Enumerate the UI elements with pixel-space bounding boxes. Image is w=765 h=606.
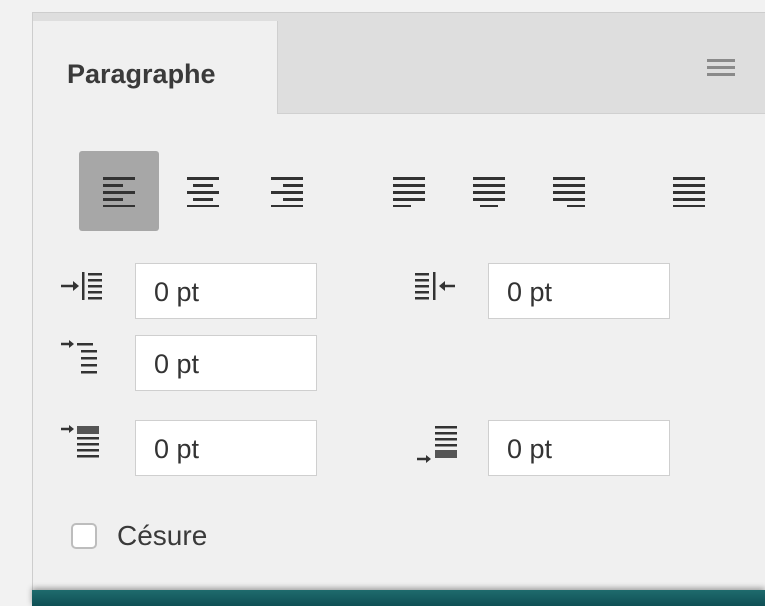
left-indent-icon xyxy=(61,272,102,300)
space-before-field[interactable]: 0 pt xyxy=(135,420,317,476)
first-line-indent-icon xyxy=(61,340,97,374)
justify-last-center-button[interactable] xyxy=(449,151,529,231)
justify-last-center-icon xyxy=(473,177,505,207)
justify-all-icon xyxy=(673,177,705,207)
hyphenation-label: Césure xyxy=(117,520,208,551)
left-indent-field[interactable]: 0 pt xyxy=(135,263,317,319)
align-center-button[interactable] xyxy=(163,151,243,231)
hamburger-menu-icon[interactable] xyxy=(707,59,735,79)
align-left-icon xyxy=(103,177,135,207)
alignment-toolbar xyxy=(79,151,759,231)
right-indent-field[interactable]: 0 pt xyxy=(488,263,670,319)
space-after-icon xyxy=(417,426,457,463)
hyphenation-option[interactable]: Césure xyxy=(71,520,207,552)
first-line-indent-field[interactable]: 0 pt xyxy=(135,335,317,391)
align-right-button[interactable] xyxy=(247,151,327,231)
window-bottom-edge xyxy=(32,590,765,606)
align-center-icon xyxy=(187,177,219,207)
justify-all-button[interactable] xyxy=(649,151,729,231)
align-left-button[interactable] xyxy=(79,151,159,231)
space-after-field[interactable]: 0 pt xyxy=(488,420,670,476)
right-indent-icon xyxy=(415,272,455,300)
tab-label: Paragraphe xyxy=(67,59,216,89)
paragraph-panel: Paragraphe 0 pt 0 pt 0 pt 0 pt 0 pt Césu… xyxy=(32,12,765,594)
tab-paragraphe[interactable]: Paragraphe xyxy=(33,21,278,114)
justify-last-left-button[interactable] xyxy=(369,151,449,231)
justify-last-right-icon xyxy=(553,177,585,207)
panel-tab-bar: Paragraphe xyxy=(33,13,765,114)
space-before-icon xyxy=(61,425,99,458)
justify-last-right-button[interactable] xyxy=(529,151,609,231)
align-right-icon xyxy=(271,177,303,207)
justify-last-left-icon xyxy=(393,177,425,207)
hyphenation-checkbox[interactable] xyxy=(71,523,97,549)
